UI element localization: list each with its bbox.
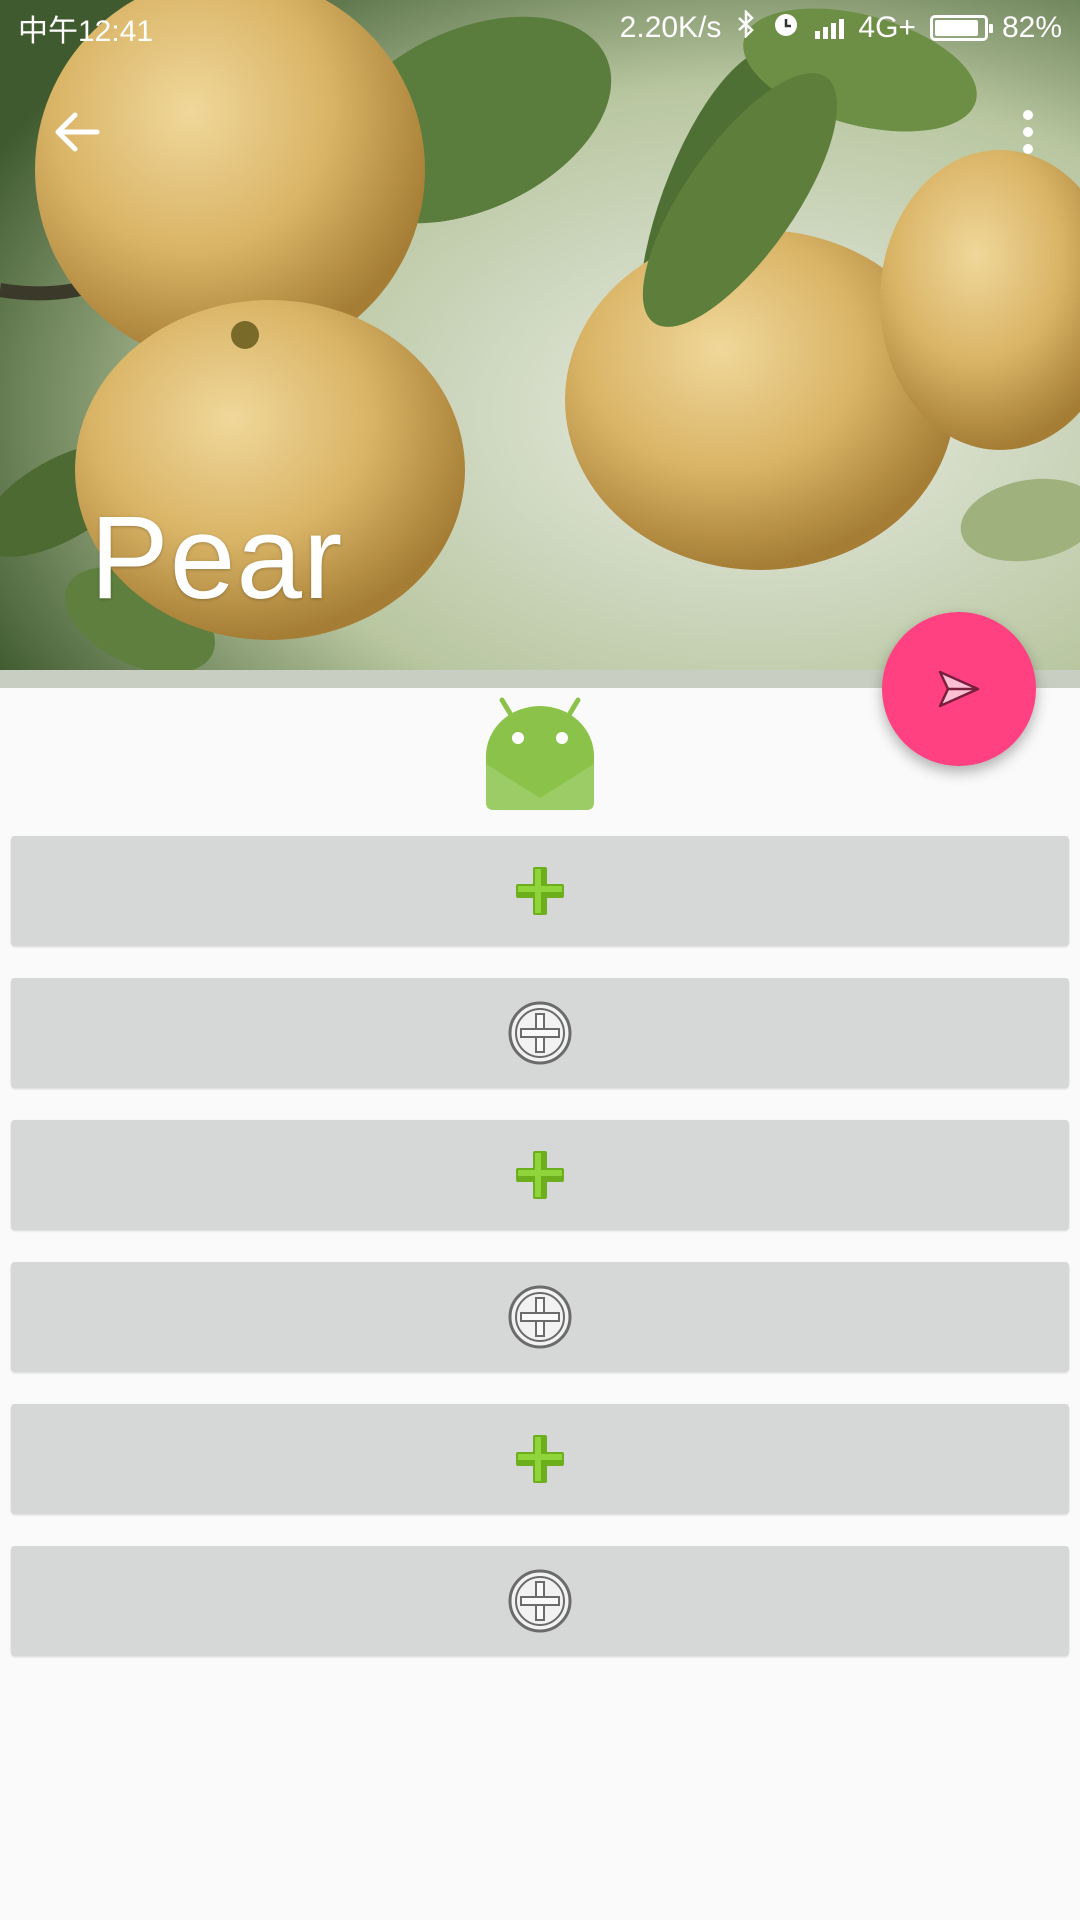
button-list bbox=[11, 836, 1069, 1688]
screen: 中午12:41 2.20K/s 4G+ 82% Pear bbox=[0, 0, 1080, 1920]
back-button[interactable] bbox=[40, 96, 112, 168]
status-right-group: 2.20K/s 4G+ 82% bbox=[619, 8, 1062, 47]
arrow-back-icon bbox=[55, 112, 100, 152]
alarm-icon bbox=[771, 9, 801, 47]
send-fab[interactable] bbox=[882, 612, 1036, 766]
android-icon bbox=[486, 697, 594, 810]
status-time: 中午12:41 bbox=[18, 15, 154, 48]
circle-plus-icon bbox=[508, 1569, 572, 1633]
green-plus-icon bbox=[516, 1151, 564, 1199]
add-button-2[interactable] bbox=[11, 978, 1069, 1088]
bluetooth-icon bbox=[735, 8, 757, 46]
add-button-3[interactable] bbox=[11, 1120, 1069, 1230]
network-speed: 2.20K/s bbox=[619, 11, 722, 44]
page-title: Pear bbox=[90, 492, 344, 624]
add-button-5[interactable] bbox=[11, 1404, 1069, 1514]
signal-icon bbox=[815, 17, 845, 39]
more-vert-icon bbox=[1023, 110, 1033, 120]
send-icon bbox=[938, 670, 980, 708]
battery-icon bbox=[929, 15, 993, 41]
green-plus-icon bbox=[516, 867, 564, 915]
add-button-6[interactable] bbox=[11, 1546, 1069, 1656]
add-button-1[interactable] bbox=[11, 836, 1069, 946]
add-button-4[interactable] bbox=[11, 1262, 1069, 1372]
network-type: 4G+ bbox=[858, 11, 916, 44]
more-options-button[interactable] bbox=[998, 96, 1058, 168]
green-plus-icon bbox=[516, 1435, 564, 1483]
battery-percent: 82% bbox=[1001, 11, 1062, 44]
header-image: 中午12:41 2.20K/s 4G+ 82% Pear bbox=[0, 0, 1080, 688]
status-bar: 中午12:41 2.20K/s 4G+ 82% bbox=[0, 0, 1080, 56]
circle-plus-icon bbox=[508, 1285, 572, 1349]
circle-plus-icon bbox=[508, 1001, 572, 1065]
